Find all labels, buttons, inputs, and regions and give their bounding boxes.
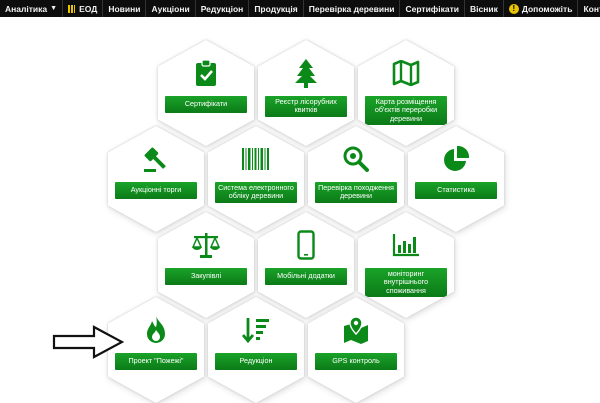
- nav-auctions[interactable]: Аукціони: [146, 0, 196, 17]
- tile-label: Карта розміщення об'єктів переробки дере…: [365, 96, 447, 126]
- nav-news[interactable]: Новини: [103, 0, 147, 17]
- nav-certificates[interactable]: Сертифікати: [400, 0, 465, 17]
- gavel-icon: [141, 144, 171, 174]
- nav-bulletin[interactable]: Вісник: [465, 0, 504, 17]
- nav-analytics[interactable]: Аналітика ▼: [0, 0, 64, 17]
- help-icon: !: [508, 3, 519, 14]
- tile-label: Закупівлі: [165, 268, 247, 285]
- nav-help[interactable]: ! Допоможіть: [504, 0, 579, 17]
- tile-reduction[interactable]: Редукціон: [208, 297, 304, 403]
- tile-label: Мобільні додатки: [265, 268, 347, 285]
- caret-down-icon: ▼: [50, 5, 58, 12]
- pine-tree-icon: [291, 58, 321, 88]
- pointer-arrow-icon: [52, 325, 124, 359]
- tile-label: моніторинг внутрішнього споживання: [365, 268, 447, 298]
- tile-label: Проект "Пожежі": [115, 353, 197, 370]
- nav-products-label: Продукція: [254, 3, 298, 14]
- tile-gps-control-wrap: GPS контроль: [308, 297, 404, 403]
- flame-icon: [141, 315, 171, 345]
- tile-label: Редукціон: [215, 353, 297, 370]
- nav-eod-label: ЕОД: [79, 3, 98, 14]
- top-nav: Аналітика ▼ ЕОД Новини Аукціони Редукціо…: [0, 0, 600, 17]
- nav-reduction-label: Редукціон: [200, 3, 244, 14]
- tile-gps-control[interactable]: GPS контроль: [308, 297, 404, 403]
- nav-reduction[interactable]: Редукціон: [196, 0, 250, 17]
- nav-contacts[interactable]: Контакти: [578, 0, 600, 17]
- tile-label: Статистика: [415, 182, 497, 199]
- barcode-icon: [241, 144, 271, 174]
- bar-chart-icon: [391, 230, 421, 260]
- magnifier-icon: [341, 144, 371, 174]
- map-icon: [391, 58, 421, 88]
- tile-reduction-wrap: Редукціон: [208, 297, 304, 403]
- bars-icon: [68, 4, 76, 13]
- scales-icon: [191, 230, 221, 260]
- tile-label: Реєстр лісорубних квитків: [265, 96, 347, 117]
- tile-label: Аукціонні торги: [115, 182, 197, 199]
- map-pin-icon: [341, 315, 371, 345]
- tile-label: Сертифікати: [165, 96, 247, 113]
- nav-news-label: Новини: [108, 3, 141, 14]
- nav-wood-check[interactable]: Перевірка деревини: [304, 0, 401, 17]
- nav-help-label: Допоможіть: [521, 3, 573, 14]
- nav-certificates-label: Сертифікати: [405, 3, 459, 14]
- tile-label: Перевірка походження деревини: [315, 182, 397, 203]
- smartphone-icon: [291, 230, 321, 260]
- nav-analytics-label: Аналітика: [5, 3, 48, 14]
- nav-auctions-label: Аукціони: [151, 3, 190, 14]
- sort-descending-icon: [241, 315, 271, 345]
- nav-bulletin-label: Вісник: [469, 3, 498, 14]
- tile-label: Система електронного обліку деревини: [215, 182, 297, 203]
- nav-contacts-label: Контакти: [583, 3, 600, 14]
- nav-products[interactable]: Продукція: [249, 0, 304, 17]
- pie-chart-icon: [441, 144, 471, 174]
- clipboard-check-icon: [191, 58, 221, 88]
- nav-wood-check-label: Перевірка деревини: [308, 3, 395, 14]
- nav-eod[interactable]: ЕОД: [63, 0, 104, 17]
- tile-label: GPS контроль: [315, 353, 397, 370]
